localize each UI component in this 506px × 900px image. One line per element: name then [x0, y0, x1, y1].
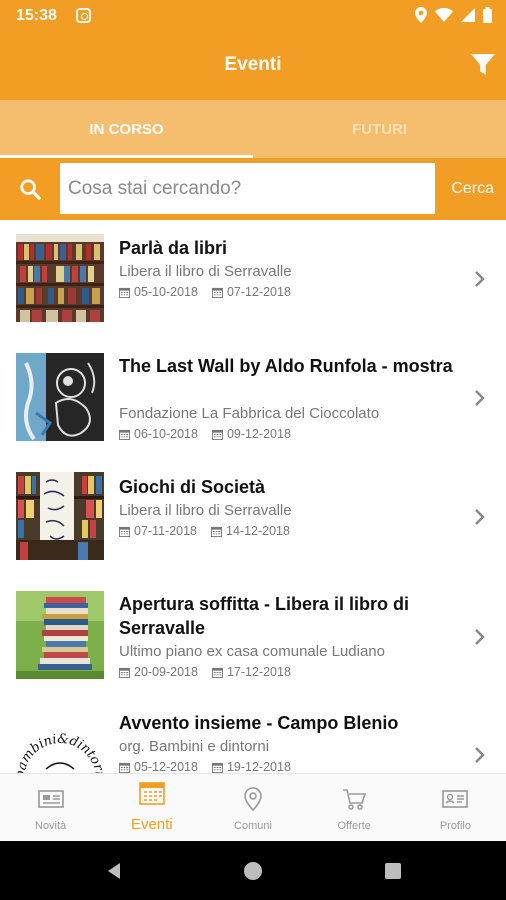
- instagram-icon: [76, 8, 91, 23]
- event-title: Parlà da libri: [119, 238, 228, 258]
- calendar-icon: [211, 667, 223, 678]
- event-start-date: 05-12-2018: [134, 760, 198, 773]
- nav-label: Profilo: [439, 820, 471, 832]
- calendar-icon: [211, 762, 223, 773]
- nav-item-novita[interactable]: Novità: [0, 774, 101, 841]
- event-thumbnail: [16, 234, 104, 322]
- event-list[interactable]: Parlà da libri Libera il libro di Serrav…: [0, 220, 506, 773]
- event-dates: 05-12-2018 19-12-2018: [119, 760, 291, 773]
- list-item[interactable]: Apertura soffitta - Libera il libro di S…: [0, 576, 506, 694]
- nav-label: Offerte: [337, 820, 371, 832]
- event-end-date: 07-12-2018: [226, 285, 291, 299]
- event-subtitle: org. Bambini e dintorni: [119, 738, 270, 755]
- event-thumbnail: [16, 591, 104, 679]
- event-title: Avvento insieme - Campo Blenio: [119, 713, 399, 733]
- bottom-nav: Novità Eventi Comuni Offerte Profilo: [0, 773, 506, 841]
- list-item[interactable]: Giochi di Società Libera il libro di Ser…: [0, 458, 506, 576]
- nav-label: Comuni: [234, 820, 272, 832]
- calendar-icon: [211, 526, 223, 537]
- event-dates: 05-10-2018 07-12-2018: [119, 285, 291, 299]
- search-input[interactable]: [60, 163, 435, 214]
- nav-item-comuni[interactable]: Comuni: [202, 774, 303, 841]
- calendar-icon: [119, 429, 130, 440]
- event-subtitle: Libera il libro di Serravalle: [119, 502, 292, 519]
- calendar-icon: [119, 667, 130, 678]
- list-item[interactable]: Parlà da libri Libera il libro di Serrav…: [0, 220, 506, 338]
- list-item[interactable]: The Last Wall by Aldo Runfola - mostra F…: [0, 338, 506, 456]
- event-end-date: 14-12-2018: [226, 524, 290, 538]
- app-bar: Eventi: [0, 32, 506, 100]
- calendar-icon: [211, 429, 223, 440]
- event-title: Giochi di Società: [119, 477, 266, 497]
- status-bar: 15:38: [0, 0, 506, 32]
- filter-icon[interactable]: [470, 52, 496, 78]
- event-dates: 20-09-2018 17-12-2018: [119, 665, 291, 679]
- event-start-date: 07-11-2018: [134, 524, 198, 538]
- tab-bar: IN CORSO FUTURI: [0, 100, 506, 158]
- newspaper-icon: [37, 790, 64, 808]
- nav-item-offerte[interactable]: Offerte: [304, 774, 405, 841]
- event-title: Apertura soffitta - Libera il libro di S…: [119, 594, 410, 638]
- event-end-date: 17-12-2018: [226, 665, 291, 679]
- event-end-date: 19-12-2018: [226, 760, 291, 773]
- event-start-date: 05-10-2018: [134, 285, 198, 299]
- recents-icon[interactable]: [385, 863, 401, 879]
- chevron-right-icon[interactable]: [474, 508, 486, 526]
- signal-icon: [461, 8, 475, 22]
- nav-item-eventi[interactable]: Eventi: [101, 774, 202, 841]
- page-title: Eventi: [224, 54, 282, 75]
- calendar-icon: [119, 526, 130, 537]
- chevron-right-icon[interactable]: [474, 628, 486, 646]
- status-time: 15:38: [16, 7, 57, 24]
- tab-in-corso[interactable]: IN CORSO: [0, 100, 253, 158]
- home-icon[interactable]: [244, 862, 262, 880]
- event-title: The Last Wall by Aldo Runfola - mostra: [119, 356, 453, 376]
- list-item[interactable]: bambini&dintorni Avvento insieme - Campo…: [0, 694, 506, 773]
- status-icons: [415, 7, 492, 23]
- event-subtitle: Fondazione La Fabbrica del Cioccolato: [119, 405, 380, 422]
- event-start-date: 06-10-2018: [134, 427, 198, 441]
- chevron-right-icon[interactable]: [474, 389, 486, 407]
- search-icon[interactable]: [19, 178, 41, 200]
- event-subtitle: Libera il libro di Serravalle: [119, 263, 292, 280]
- calendar-icon: [119, 287, 130, 298]
- nav-item-profilo[interactable]: Profilo: [405, 774, 506, 841]
- calendar-icon: [119, 762, 130, 773]
- location-icon: [415, 7, 427, 23]
- event-end-date: 09-12-2018: [226, 427, 291, 441]
- nav-label: Eventi: [130, 816, 173, 833]
- tab-futuri[interactable]: FUTURI: [253, 100, 506, 158]
- calendar-icon: [138, 782, 165, 805]
- id-card-icon: [442, 790, 469, 808]
- search-bar: Cerca: [0, 158, 506, 220]
- chevron-right-icon[interactable]: [474, 270, 486, 288]
- event-start-date: 20-09-2018: [134, 665, 198, 679]
- nav-label: Novità: [35, 820, 67, 832]
- search-button[interactable]: Cerca: [451, 180, 494, 198]
- cart-icon: [343, 789, 367, 810]
- calendar-icon: [211, 287, 223, 298]
- map-pin-icon: [244, 787, 262, 812]
- system-nav-bar: [0, 841, 506, 900]
- event-thumbnail: [16, 472, 104, 560]
- event-thumbnail: [16, 353, 104, 441]
- back-icon[interactable]: [104, 861, 124, 881]
- chevron-right-icon[interactable]: [474, 746, 486, 764]
- battery-icon: [483, 7, 492, 23]
- event-dates: 07-11-2018 14-12-2018: [119, 524, 290, 538]
- event-dates: 06-10-2018 09-12-2018: [119, 427, 291, 441]
- wifi-icon: [435, 8, 453, 22]
- event-subtitle: Ultimo piano ex casa comunale Ludiano: [119, 643, 385, 660]
- event-thumbnail: bambini&dintorni: [16, 709, 104, 773]
